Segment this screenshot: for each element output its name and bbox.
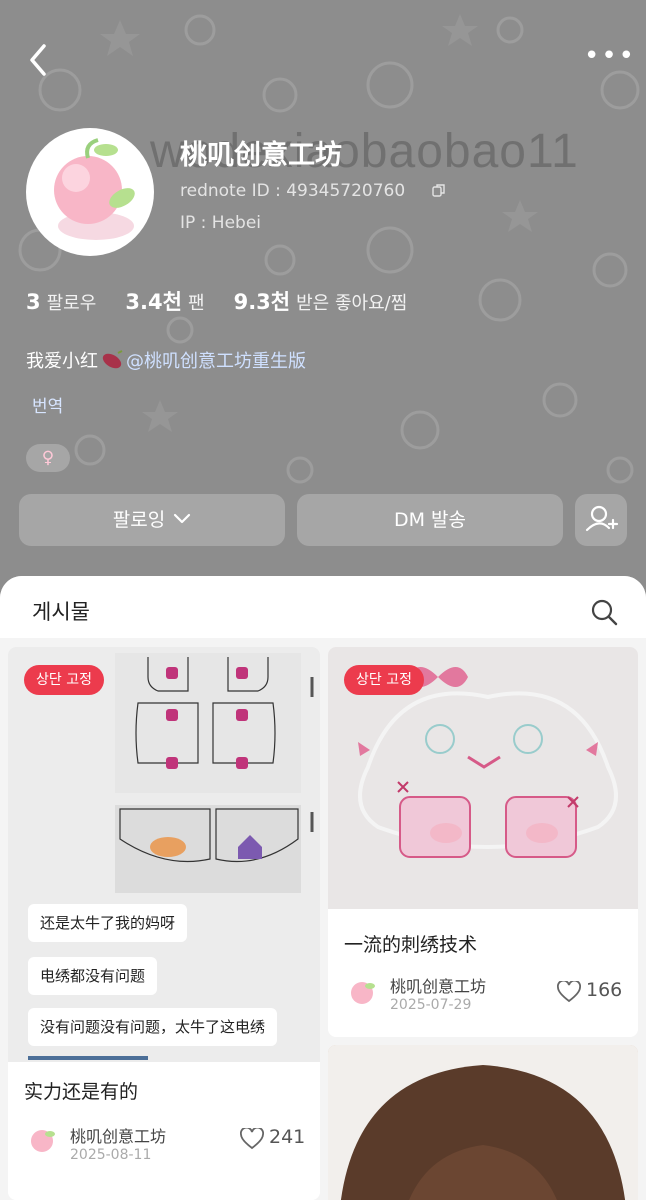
nickname: 桃叽创意工坊: [180, 140, 342, 171]
stat-fans-value: 3.4천: [125, 290, 182, 314]
chat-bubble: 还是太牛了我的妈呀: [28, 904, 188, 942]
add-friend-button[interactable]: [575, 494, 627, 546]
stat-following[interactable]: 3 팔로우: [26, 289, 96, 315]
translate-link[interactable]: 번역: [32, 392, 63, 417]
post-image: [8, 647, 320, 1062]
post-title: 实力还是有的: [24, 1081, 139, 1103]
peach-avatar-icon: [54, 138, 135, 240]
dm-button-label: DM 발송: [393, 509, 467, 531]
heart-icon[interactable]: [557, 981, 581, 1003]
pinned-badge: 상단 고정: [344, 665, 424, 695]
avatar[interactable]: [26, 128, 154, 256]
progress-line: [28, 1056, 148, 1060]
post-image: [328, 1045, 638, 1200]
stat-likes-value: 9.3천: [233, 290, 291, 314]
author-name: 桃叽创意工坊: [70, 1127, 167, 1146]
following-button[interactable]: 팔로잉: [19, 494, 285, 546]
rednote-id: rednote ID : 49345720760: [180, 181, 406, 201]
stat-likes[interactable]: 9.3천 받은 좋아요/찜: [234, 286, 408, 316]
stat-fans[interactable]: 3.4천 팬: [125, 286, 204, 316]
peach-avatar-icon: [351, 982, 375, 1004]
chat-bubble: 没有问题没有问题，太牛了这电绣: [28, 1008, 278, 1046]
like-count: 241: [269, 1126, 306, 1148]
stat-following-value: 3: [26, 290, 41, 314]
posts-sheet: 게시물 상단 고정 还是太牛了我的妈呀 电绣都没有问题 没有问题没有问题，太牛了…: [0, 576, 646, 1200]
chevron-down-icon: [174, 513, 191, 524]
peach-avatar-icon: [31, 1130, 55, 1152]
chat-bubble: 电绣都没有问题: [28, 957, 158, 995]
bio-text: 我爱小红: [26, 351, 98, 372]
posts-tab-bar: 게시물: [0, 576, 646, 638]
author-avatar: [24, 1122, 60, 1158]
sweet-potato-icon: [102, 350, 123, 369]
copy-icon[interactable]: [432, 183, 446, 197]
post-card[interactable]: 상단 고정 还是太牛了我的妈呀 电绣都没有问题 没有问题没有问题，太牛了这电绣 …: [8, 647, 320, 1200]
post-card[interactable]: [328, 1045, 638, 1200]
pinned-badge: 상단 고정: [24, 665, 104, 695]
profile-stats: 3 팔로우 3.4천 팬 9.3천 받은 좋아요/찜: [26, 286, 431, 316]
post-date: 2025-07-29: [390, 997, 472, 1013]
post-card[interactable]: 상단 고정 一流的刺绣技术 桃叽创意工坊 2025-07-29 166: [328, 647, 638, 1037]
author-name: 桃叽创意工坊: [390, 977, 487, 996]
search-icon[interactable]: [590, 598, 618, 626]
stat-likes-label: 받은 좋아요/찜: [296, 293, 408, 314]
pattern-sheet-image: [115, 653, 314, 893]
stat-following-label: 팔로우: [46, 293, 97, 314]
tab-posts[interactable]: 게시물: [32, 596, 90, 626]
ip-location: IP : Hebei: [180, 213, 262, 233]
author-avatar: [344, 974, 380, 1010]
post-date: 2025-08-11: [70, 1147, 152, 1163]
dm-button[interactable]: DM 발송: [297, 494, 563, 546]
stat-fans-label: 팬: [187, 293, 205, 314]
following-button-label: 팔로잉: [112, 509, 166, 531]
more-options-icon[interactable]: •••: [584, 43, 634, 69]
heart-icon[interactable]: [240, 1128, 264, 1150]
add-user-icon: [585, 505, 619, 532]
like-count: 166: [586, 979, 623, 1001]
gender-female-icon: ♀: [26, 444, 70, 472]
post-title: 一流的刺绣技术: [344, 934, 478, 956]
bio: 我爱小红 @桃叽创意工坊重生版: [26, 347, 306, 373]
back-icon[interactable]: [22, 40, 56, 80]
bio-mention-link[interactable]: @桃叽创意工坊重生版: [126, 351, 306, 372]
